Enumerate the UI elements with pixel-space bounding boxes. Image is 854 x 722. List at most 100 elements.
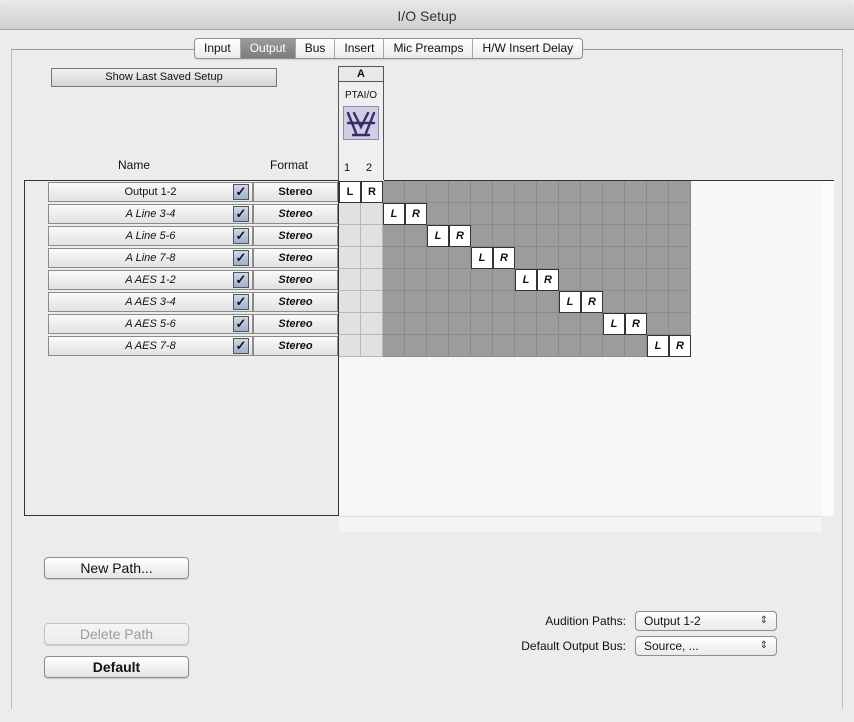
path-name-field[interactable]: Output 1-2 bbox=[48, 182, 253, 202]
routing-cell-right[interactable]: R bbox=[669, 335, 691, 357]
routing-cell-left[interactable]: L bbox=[427, 225, 449, 247]
routing-cell[interactable] bbox=[515, 225, 537, 247]
routing-cell[interactable] bbox=[625, 225, 647, 247]
routing-cell[interactable] bbox=[383, 247, 405, 269]
routing-cell[interactable] bbox=[647, 203, 669, 225]
path-format-field[interactable]: Stereo bbox=[253, 226, 338, 246]
routing-cell[interactable] bbox=[537, 291, 559, 313]
tab-hw-insert-delay[interactable]: H/W Insert Delay bbox=[473, 39, 582, 58]
routing-cell[interactable] bbox=[647, 313, 669, 335]
path-active-checkbox[interactable]: ✓ bbox=[233, 228, 249, 244]
path-format-field[interactable]: Stereo bbox=[253, 314, 338, 334]
tab-input[interactable]: Input bbox=[195, 39, 241, 58]
path-name-field[interactable]: A Line 7-8 bbox=[48, 248, 253, 268]
path-name-field[interactable]: A Line 5-6 bbox=[48, 226, 253, 246]
path-active-checkbox[interactable]: ✓ bbox=[233, 184, 249, 200]
path-name-field[interactable]: A AES 5-6 bbox=[48, 314, 253, 334]
routing-cell[interactable] bbox=[471, 203, 493, 225]
routing-cell[interactable] bbox=[625, 181, 647, 203]
routing-cell[interactable] bbox=[449, 335, 471, 357]
vertical-scrollbar[interactable] bbox=[822, 181, 834, 516]
routing-cell[interactable] bbox=[537, 313, 559, 335]
path-format-field[interactable]: Stereo bbox=[253, 292, 338, 312]
routing-cell[interactable] bbox=[339, 269, 361, 291]
path-name-field[interactable]: A Line 3-4 bbox=[48, 204, 253, 224]
routing-cell[interactable] bbox=[581, 203, 603, 225]
routing-cell[interactable] bbox=[581, 225, 603, 247]
routing-cell[interactable] bbox=[515, 203, 537, 225]
routing-cell-left[interactable]: L bbox=[339, 181, 361, 203]
routing-cell[interactable] bbox=[361, 247, 383, 269]
routing-cell[interactable] bbox=[339, 313, 361, 335]
routing-cell-left[interactable]: L bbox=[383, 203, 405, 225]
routing-cell[interactable] bbox=[603, 203, 625, 225]
routing-cell[interactable] bbox=[493, 313, 515, 335]
tab-bus[interactable]: Bus bbox=[296, 39, 336, 58]
routing-cell[interactable] bbox=[361, 291, 383, 313]
routing-cell[interactable] bbox=[339, 247, 361, 269]
routing-cell[interactable] bbox=[383, 269, 405, 291]
default-output-bus-select[interactable]: Source, ... ⇕ bbox=[635, 636, 777, 656]
routing-cell[interactable] bbox=[581, 269, 603, 291]
routing-cell[interactable] bbox=[581, 247, 603, 269]
routing-cell[interactable] bbox=[581, 313, 603, 335]
path-format-field[interactable]: Stereo bbox=[253, 248, 338, 268]
routing-cell[interactable] bbox=[427, 291, 449, 313]
routing-cell-right[interactable]: R bbox=[537, 269, 559, 291]
routing-cell[interactable] bbox=[559, 203, 581, 225]
tab-output[interactable]: Output bbox=[240, 39, 296, 58]
routing-cell[interactable] bbox=[515, 313, 537, 335]
routing-cell[interactable] bbox=[647, 291, 669, 313]
routing-cell[interactable] bbox=[361, 313, 383, 335]
routing-cell[interactable] bbox=[427, 313, 449, 335]
routing-cell[interactable] bbox=[427, 269, 449, 291]
routing-cell[interactable] bbox=[383, 225, 405, 247]
routing-cell[interactable] bbox=[625, 291, 647, 313]
routing-cell-left[interactable]: L bbox=[603, 313, 625, 335]
path-format-field[interactable]: Stereo bbox=[253, 204, 338, 224]
routing-cell[interactable] bbox=[669, 291, 691, 313]
routing-cell-left[interactable]: L bbox=[471, 247, 493, 269]
routing-cell[interactable] bbox=[361, 269, 383, 291]
routing-cell[interactable] bbox=[581, 181, 603, 203]
routing-cell[interactable] bbox=[427, 181, 449, 203]
routing-cell[interactable] bbox=[515, 247, 537, 269]
default-button[interactable]: Default bbox=[44, 656, 189, 678]
routing-cell[interactable] bbox=[625, 335, 647, 357]
horizontal-scrollbar[interactable] bbox=[339, 516, 822, 532]
tab-insert[interactable]: Insert bbox=[335, 39, 385, 58]
routing-cell-left[interactable]: L bbox=[515, 269, 537, 291]
routing-cell[interactable] bbox=[449, 269, 471, 291]
routing-cell[interactable] bbox=[603, 225, 625, 247]
routing-cell[interactable] bbox=[449, 203, 471, 225]
routing-cell-right[interactable]: R bbox=[625, 313, 647, 335]
routing-cell[interactable] bbox=[493, 335, 515, 357]
routing-cell[interactable] bbox=[669, 247, 691, 269]
routing-cell[interactable] bbox=[603, 335, 625, 357]
routing-cell[interactable] bbox=[581, 335, 603, 357]
routing-cell[interactable] bbox=[537, 225, 559, 247]
routing-cell[interactable] bbox=[493, 225, 515, 247]
routing-cell[interactable] bbox=[537, 335, 559, 357]
path-active-checkbox[interactable]: ✓ bbox=[233, 338, 249, 354]
new-path-button[interactable]: New Path... bbox=[44, 557, 189, 579]
routing-cell[interactable] bbox=[647, 181, 669, 203]
routing-cell[interactable] bbox=[537, 181, 559, 203]
routing-cell-left[interactable]: L bbox=[559, 291, 581, 313]
routing-cell[interactable] bbox=[405, 225, 427, 247]
path-name-field[interactable]: A AES 3-4 bbox=[48, 292, 253, 312]
delete-path-button[interactable]: Delete Path bbox=[44, 623, 189, 645]
routing-cell[interactable] bbox=[471, 335, 493, 357]
routing-cell[interactable] bbox=[493, 291, 515, 313]
routing-cell[interactable] bbox=[449, 181, 471, 203]
routing-cell[interactable] bbox=[339, 291, 361, 313]
path-format-field[interactable]: Stereo bbox=[253, 182, 338, 202]
routing-cell[interactable] bbox=[339, 335, 361, 357]
routing-cell[interactable] bbox=[493, 269, 515, 291]
path-format-field[interactable]: Stereo bbox=[253, 336, 338, 356]
routing-cell[interactable] bbox=[603, 269, 625, 291]
routing-cell[interactable] bbox=[405, 335, 427, 357]
path-active-checkbox[interactable]: ✓ bbox=[233, 294, 249, 310]
routing-cell[interactable] bbox=[625, 247, 647, 269]
routing-cell[interactable] bbox=[647, 225, 669, 247]
